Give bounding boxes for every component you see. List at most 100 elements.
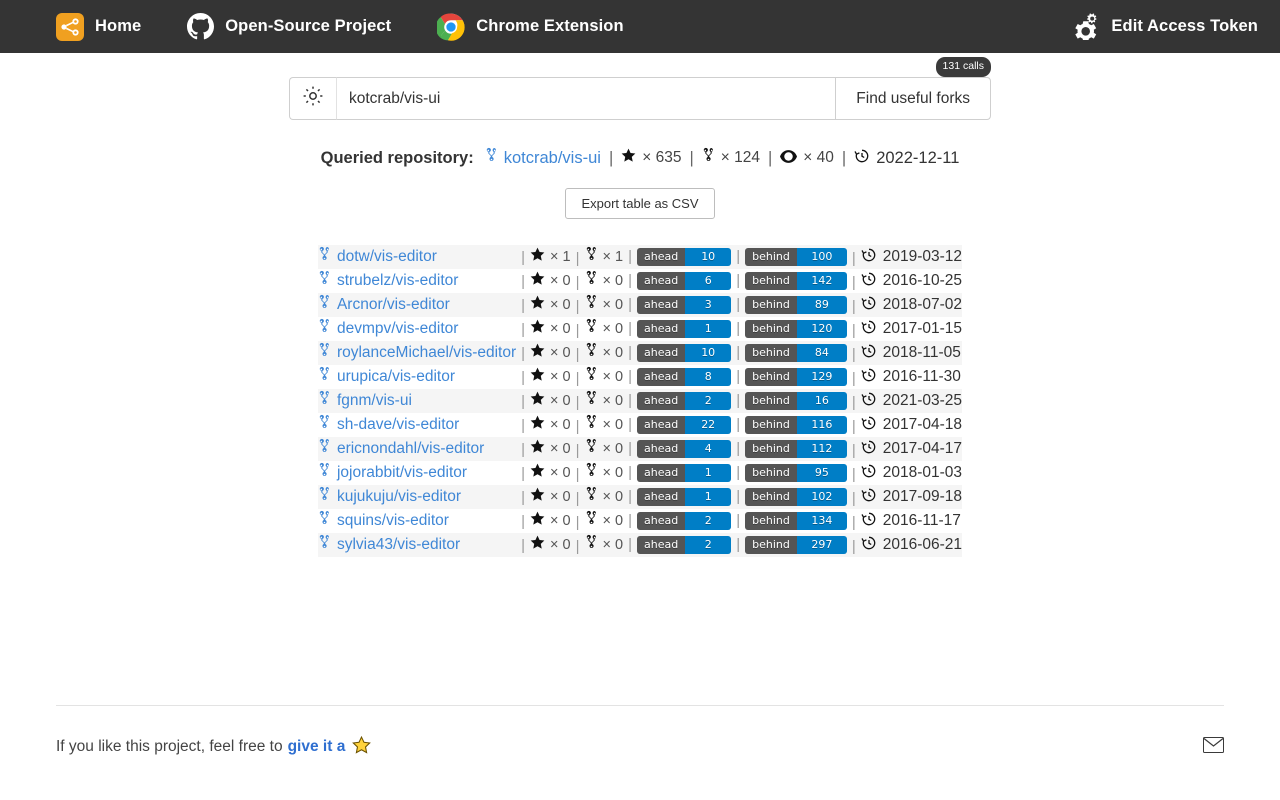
fork-repo-link[interactable]: sh-dave/vis-editor	[337, 416, 459, 434]
ahead-badge[interactable]: ahead10	[637, 344, 731, 362]
ahead-badge-value: 1	[685, 320, 731, 338]
fork-icon	[702, 147, 715, 169]
ahead-badge[interactable]: ahead1	[637, 488, 731, 506]
ahead-badge[interactable]: ahead2	[637, 392, 731, 410]
fork-repo-link[interactable]: sylvia43/vis-editor	[337, 536, 460, 554]
cell-separator: |	[731, 272, 745, 289]
fork-stars-cell: |× 0	[516, 485, 570, 509]
fork-repo-link[interactable]: squins/vis-editor	[337, 512, 449, 530]
api-calls-badge: 131 calls	[936, 57, 991, 77]
cell-separator: |	[847, 370, 861, 387]
star-icon	[530, 343, 545, 363]
fork-icon	[585, 534, 598, 556]
search-section: Find useful forks 131 calls	[0, 77, 1280, 120]
envelope-icon[interactable]	[1203, 737, 1224, 758]
fork-repo-link[interactable]: roylanceMichael/vis-editor	[337, 344, 516, 362]
export-csv-button[interactable]: Export table as CSV	[565, 188, 714, 219]
table-row: roylanceMichael/vis-editor|× 0|× 0|ahead…	[318, 341, 962, 365]
table-row: squins/vis-editor|× 0|× 0|ahead2|behind1…	[318, 509, 962, 533]
cell-separator: |	[516, 369, 530, 386]
behind-badge[interactable]: behind297	[745, 536, 847, 554]
behind-badge-label: behind	[745, 368, 797, 386]
ahead-badge[interactable]: ahead1	[637, 464, 731, 482]
behind-badge[interactable]: behind116	[745, 416, 847, 434]
cell-separator: |	[623, 440, 637, 457]
fork-stars-cell: |× 1	[516, 245, 570, 269]
cell-separator: |	[571, 322, 585, 339]
fork-behind-cell: |behind89	[731, 293, 847, 317]
ahead-badge[interactable]: ahead2	[637, 512, 731, 530]
fork-repo-link[interactable]: fgnm/vis-ui	[337, 392, 412, 410]
fork-behind-cell: |behind112	[731, 437, 847, 461]
give-it-a-star-link[interactable]: give it a	[288, 738, 346, 756]
queried-repo-link[interactable]: kotcrab/vis-ui	[504, 149, 601, 168]
ahead-badge[interactable]: ahead4	[637, 440, 731, 458]
cell-separator: |	[847, 274, 861, 291]
fork-behind-cell: |behind16	[731, 389, 847, 413]
queried-forks-piece: × 124	[702, 147, 760, 169]
table-row: jojorabbit/vis-editor|× 0|× 0|ahead1|beh…	[318, 461, 962, 485]
find-useful-forks-button[interactable]: Find useful forks	[835, 77, 991, 120]
cell-separator: |	[571, 514, 585, 531]
ahead-badge[interactable]: ahead8	[637, 368, 731, 386]
behind-badge[interactable]: behind142	[745, 272, 847, 290]
fork-behind-cell: |behind116	[731, 413, 847, 437]
fork-repo-link[interactable]: urupica/vis-editor	[337, 368, 455, 386]
search-settings-button[interactable]	[289, 77, 336, 120]
ahead-badge[interactable]: ahead1	[637, 320, 731, 338]
ahead-badge[interactable]: ahead6	[637, 272, 731, 290]
ahead-badge-value: 8	[685, 368, 731, 386]
fork-forks-count: × 0	[603, 273, 624, 289]
fork-repo-link[interactable]: kujukuju/vis-editor	[337, 488, 461, 506]
cell-separator: |	[571, 394, 585, 411]
fork-date-cell: |2017-04-18	[847, 413, 962, 437]
behind-badge[interactable]: behind102	[745, 488, 847, 506]
fork-repo-link[interactable]: devmpv/vis-editor	[337, 320, 458, 338]
fork-date-cell: |2016-06-21	[847, 533, 962, 557]
behind-badge[interactable]: behind89	[745, 296, 847, 314]
fork-forks-cell: |× 0	[571, 365, 623, 389]
cell-separator: |	[731, 392, 745, 409]
clock-icon	[861, 415, 877, 436]
fork-forks-cell: |× 0	[571, 461, 623, 485]
chrome-icon	[437, 13, 465, 41]
ahead-badge[interactable]: ahead10	[637, 248, 731, 266]
fork-repo-link[interactable]: dotw/vis-editor	[337, 248, 437, 266]
ahead-badge[interactable]: ahead22	[637, 416, 731, 434]
cell-separator: |	[571, 274, 585, 291]
behind-badge[interactable]: behind84	[745, 344, 847, 362]
nav-item-open-source-project[interactable]: Open-Source Project	[187, 13, 391, 40]
queried-repository-line: Queried repository: kotcrab/vis-ui | × 6…	[0, 147, 1280, 169]
behind-badge[interactable]: behind100	[745, 248, 847, 266]
repository-search-input[interactable]	[336, 77, 835, 120]
behind-badge-label: behind	[745, 512, 797, 530]
behind-badge[interactable]: behind134	[745, 512, 847, 530]
clock-icon	[861, 247, 877, 268]
ahead-badge-value: 10	[685, 344, 731, 362]
behind-badge[interactable]: behind112	[745, 440, 847, 458]
clock-icon	[861, 535, 877, 556]
ahead-badge[interactable]: ahead2	[637, 536, 731, 554]
behind-badge-value: 134	[797, 512, 847, 530]
fork-ahead-cell: |ahead8	[623, 365, 731, 389]
nav-item-chrome-extension-label: Chrome Extension	[476, 17, 623, 36]
ahead-badge[interactable]: ahead3	[637, 296, 731, 314]
fork-behind-cell: |behind297	[731, 533, 847, 557]
nav-item-home[interactable]: Home	[56, 13, 141, 41]
behind-badge[interactable]: behind16	[745, 392, 847, 410]
behind-badge[interactable]: behind120	[745, 320, 847, 338]
behind-badge[interactable]: behind95	[745, 464, 847, 482]
queried-forks-count: × 124	[721, 149, 760, 167]
nav-item-edit-access-token[interactable]: Edit Access Token	[1071, 13, 1258, 40]
nav-item-chrome-extension[interactable]: Chrome Extension	[437, 13, 623, 41]
fork-repo-link[interactable]: Arcnor/vis-editor	[337, 296, 450, 314]
fork-repo-link[interactable]: strubelz/vis-editor	[337, 272, 458, 290]
network-share-icon	[56, 13, 84, 41]
behind-badge-label: behind	[745, 344, 797, 362]
behind-badge[interactable]: behind129	[745, 368, 847, 386]
fork-repo-link[interactable]: jojorabbit/vis-editor	[337, 464, 467, 482]
fork-repo-link[interactable]: ericnondahl/vis-editor	[337, 440, 484, 458]
fork-updated-date: 2017-04-18	[883, 416, 962, 434]
cell-separator: |	[516, 273, 530, 290]
fork-ahead-cell: |ahead6	[623, 269, 731, 293]
